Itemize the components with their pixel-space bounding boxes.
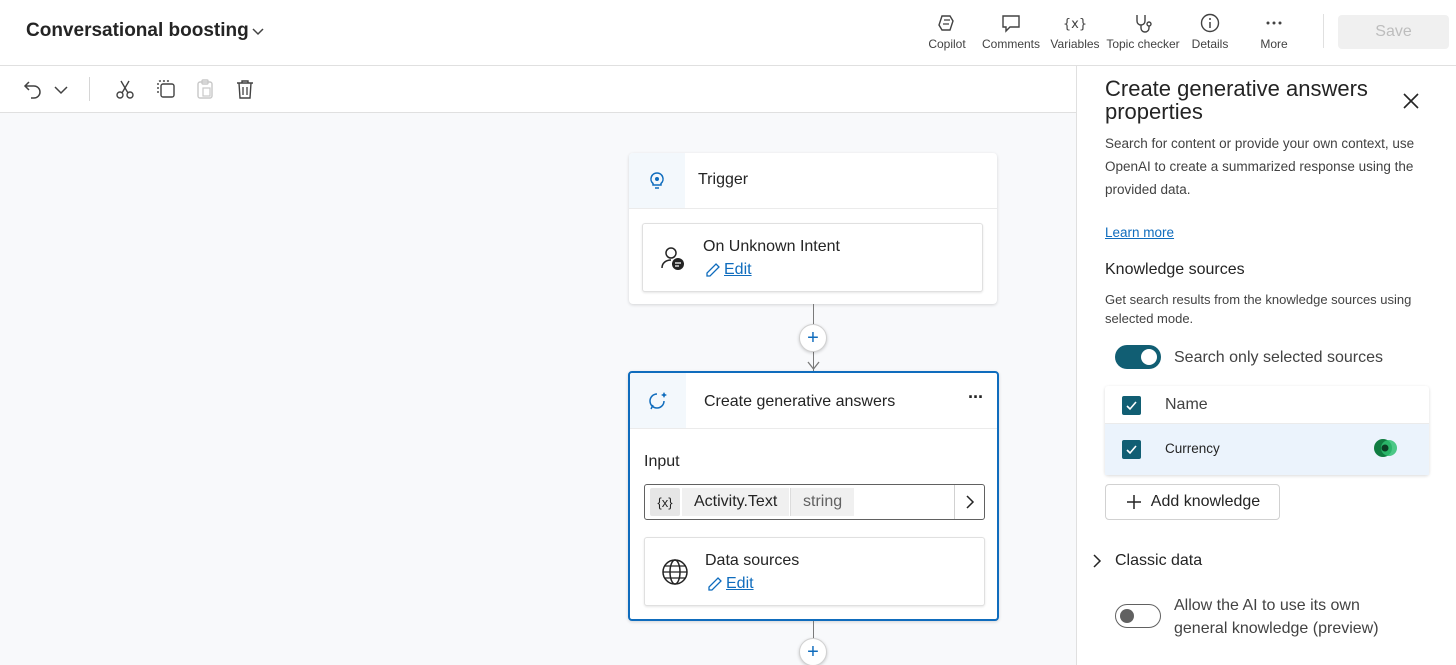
save-button[interactable]: Save xyxy=(1338,15,1449,49)
classic-data-expander[interactable]: Classic data xyxy=(1091,552,1202,570)
trigger-icon xyxy=(650,171,664,189)
search-selected-toggle[interactable] xyxy=(1115,345,1161,369)
paste-icon[interactable] xyxy=(194,78,216,100)
input-variable-field[interactable]: {x} Activity.Text string xyxy=(644,484,985,520)
topic-title[interactable]: Conversational boosting xyxy=(26,20,249,42)
knowledge-sources-table: Name Currency xyxy=(1105,386,1429,475)
pencil-icon xyxy=(706,263,720,277)
table-row[interactable]: Currency xyxy=(1105,424,1429,475)
knowledge-source-name: Currency xyxy=(1165,441,1220,456)
learn-more-link[interactable]: Learn more xyxy=(1105,225,1174,240)
properties-panel: Create generative answers properties Sea… xyxy=(1076,66,1456,665)
chevron-down-icon[interactable] xyxy=(50,78,72,100)
trigger-node-header: Trigger xyxy=(629,153,997,209)
checkmark-icon xyxy=(1126,401,1137,411)
trigger-node[interactable]: Trigger On Unknown Intent Edit xyxy=(629,153,997,304)
search-selected-label: Search only selected sources xyxy=(1174,349,1383,366)
panel-title: Create generative answers properties xyxy=(1105,76,1368,124)
knowledge-sources-description: Get search results from the knowledge so… xyxy=(1105,292,1412,326)
undo-icon[interactable] xyxy=(22,78,44,100)
checkmark-icon xyxy=(1126,445,1137,455)
input-label: Input xyxy=(644,453,680,470)
data-sources-edit-link[interactable]: Edit xyxy=(707,575,754,593)
variables-button[interactable]: {x} Variables xyxy=(1050,12,1100,56)
chevron-right-icon xyxy=(1093,554,1102,568)
details-button[interactable]: Details xyxy=(1188,12,1232,56)
more-icon xyxy=(1266,21,1282,25)
generative-answers-node[interactable]: Create generative answers ··· Input {x} … xyxy=(628,371,999,621)
cut-icon[interactable] xyxy=(114,78,136,100)
variable-type: string xyxy=(790,488,855,516)
general-knowledge-label: Allow the AI to use its own general know… xyxy=(1174,597,1379,637)
row-checkbox[interactable] xyxy=(1122,440,1141,459)
copilot-icon xyxy=(938,15,954,31)
stethoscope-icon xyxy=(1136,15,1152,33)
delete-icon[interactable] xyxy=(234,78,256,100)
sparkle-chat-icon xyxy=(649,391,667,409)
comment-icon xyxy=(1002,15,1020,33)
add-node-button[interactable]: + xyxy=(799,638,827,665)
trigger-edit-link[interactable]: Edit xyxy=(705,261,752,279)
authoring-canvas[interactable]: Trigger On Unknown Intent Edit + Create … xyxy=(0,113,1076,665)
gen-node-label: Create generative answers xyxy=(704,393,896,410)
toolbar-divider xyxy=(89,77,90,101)
arrow-down-icon xyxy=(807,361,820,371)
person-chat-icon xyxy=(661,247,684,270)
name-column-header: Name xyxy=(1165,396,1208,413)
select-all-checkbox[interactable] xyxy=(1122,396,1141,415)
pencil-icon xyxy=(708,577,722,591)
header-divider xyxy=(1323,14,1324,48)
globe-icon xyxy=(662,559,688,585)
copilot-button[interactable]: Copilot xyxy=(926,12,968,56)
knowledge-sources-heading: Knowledge sources xyxy=(1105,261,1245,278)
node-more-button[interactable]: ··· xyxy=(968,387,984,408)
node-icon-box xyxy=(630,373,686,428)
data-sources-title: Data sources xyxy=(705,552,800,569)
variable-chip-icon: {x} xyxy=(650,488,680,516)
panel-description: Search for content or provide your own c… xyxy=(1105,136,1415,197)
variables-icon: {x} xyxy=(1064,17,1086,32)
trigger-label: Trigger xyxy=(698,171,749,188)
data-sources-card[interactable]: Data sources Edit xyxy=(644,537,985,606)
editor-toolbar xyxy=(0,66,1076,113)
input-expand-button[interactable] xyxy=(954,485,984,519)
svg-text:{x}: {x} xyxy=(1064,17,1086,32)
info-icon xyxy=(1200,13,1220,33)
plus-icon xyxy=(1126,495,1141,509)
trigger-card-title: On Unknown Intent xyxy=(703,238,840,255)
more-button[interactable]: More xyxy=(1254,12,1294,56)
variable-name: Activity.Text xyxy=(682,488,790,516)
node-icon-box xyxy=(629,153,685,208)
chevron-right-icon xyxy=(965,495,974,509)
trigger-card[interactable]: On Unknown Intent Edit xyxy=(642,223,983,292)
general-knowledge-toggle[interactable] xyxy=(1115,604,1161,628)
comments-button[interactable]: Comments xyxy=(980,12,1042,56)
gen-node-header: Create generative answers ··· xyxy=(630,373,997,429)
add-knowledge-button[interactable]: Add knowledge xyxy=(1105,484,1280,520)
chevron-down-icon[interactable] xyxy=(249,22,267,40)
table-header-row: Name xyxy=(1105,386,1429,424)
copy-icon[interactable] xyxy=(155,78,177,100)
topic-checker-button[interactable]: Topic checker xyxy=(1106,12,1180,56)
add-node-button[interactable]: + xyxy=(799,324,827,352)
dataverse-icon xyxy=(1374,439,1397,457)
close-icon[interactable] xyxy=(1400,90,1422,112)
top-bar: Conversational boosting Copilot Comments… xyxy=(0,0,1456,66)
